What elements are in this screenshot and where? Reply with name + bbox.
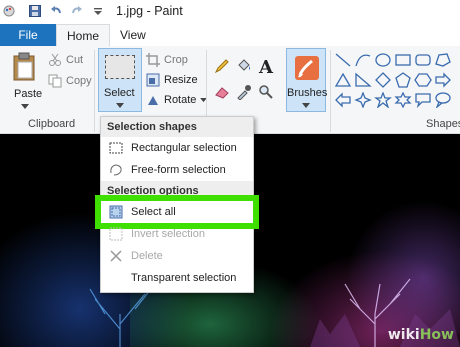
crop-label: Crop bbox=[164, 54, 188, 66]
freeform-selection-item[interactable]: Free-form selection bbox=[101, 159, 253, 181]
four-point-star-shape-icon[interactable] bbox=[354, 92, 372, 108]
eraser-icon[interactable] bbox=[214, 84, 230, 100]
watermark-how: How bbox=[419, 327, 454, 343]
select-all-label: Select all bbox=[131, 206, 176, 218]
select-dropdown-icon bbox=[116, 103, 124, 108]
invert-selection-label: Invert selection bbox=[131, 228, 205, 240]
freeform-selection-label: Free-form selection bbox=[131, 164, 226, 176]
pencil-icon[interactable] bbox=[214, 58, 230, 74]
cut-label: Cut bbox=[66, 54, 84, 66]
resize-label: Resize bbox=[164, 74, 198, 86]
clipboard-group-label: Clipboard bbox=[28, 118, 76, 130]
delete-label: Delete bbox=[131, 250, 163, 262]
hexagon-shape-icon[interactable] bbox=[414, 72, 432, 88]
redo-icon[interactable] bbox=[70, 4, 84, 18]
ribbon-separator bbox=[94, 50, 95, 132]
select-all-icon bbox=[109, 205, 123, 219]
rectangular-selection-item[interactable]: Rectangular selection bbox=[101, 137, 253, 159]
rotate-icon bbox=[148, 96, 158, 105]
select-dropdown-menu: Selection shapes Rectangular selection F… bbox=[95, 116, 259, 293]
rectangular-selection-label: Rectangular selection bbox=[131, 142, 237, 154]
magnifier-icon[interactable] bbox=[258, 84, 274, 100]
select-button[interactable]: Select bbox=[98, 48, 142, 112]
paint-app-icon[interactable] bbox=[2, 4, 16, 18]
svg-text:A: A bbox=[258, 57, 274, 76]
shapes-gallery bbox=[334, 52, 460, 112]
watermark-wiki: wiki bbox=[387, 327, 420, 343]
polygon-shape-icon[interactable] bbox=[434, 52, 452, 68]
crop-icon bbox=[146, 53, 160, 67]
tab-file[interactable]: File bbox=[0, 24, 56, 46]
selection-options-header: Selection options bbox=[101, 181, 253, 201]
ribbon-tab-bar: File Home View bbox=[0, 24, 460, 47]
left-arrow-shape-icon[interactable] bbox=[334, 92, 352, 108]
undo-icon[interactable] bbox=[49, 4, 63, 18]
transparent-selection-label: Transparent selection bbox=[131, 272, 237, 284]
delete-item[interactable]: Delete bbox=[101, 245, 253, 267]
brush-icon bbox=[295, 56, 319, 80]
pentagon-shape-icon[interactable] bbox=[394, 72, 412, 88]
transparent-selection-item[interactable]: Transparent selection bbox=[101, 267, 253, 289]
tab-view[interactable]: View bbox=[110, 24, 156, 46]
resize-button[interactable]: Resize bbox=[146, 73, 198, 87]
rounded-rectangle-shape-icon[interactable] bbox=[414, 52, 432, 68]
right-triangle-shape-icon[interactable] bbox=[354, 72, 372, 88]
copy-icon bbox=[48, 74, 62, 88]
rectangular-selection-icon bbox=[109, 142, 123, 154]
paste-icon[interactable] bbox=[12, 52, 36, 82]
scissors-icon bbox=[49, 53, 61, 66]
fill-bucket-icon[interactable] bbox=[236, 58, 252, 74]
callout-shape-icon[interactable] bbox=[414, 92, 432, 108]
crop-button[interactable]: Crop bbox=[146, 53, 188, 67]
copy-button[interactable]: Copy bbox=[48, 74, 92, 88]
select-rectangle-icon bbox=[105, 55, 135, 79]
freeform-selection-icon bbox=[110, 164, 122, 176]
curve-shape-icon[interactable] bbox=[354, 52, 372, 68]
wikihow-watermark: wikiHow bbox=[388, 327, 454, 343]
customize-toolbar-icon[interactable] bbox=[91, 4, 105, 18]
invert-selection-item[interactable]: Invert selection bbox=[101, 223, 253, 245]
invert-selection-icon bbox=[109, 227, 123, 241]
selection-shapes-header: Selection shapes bbox=[101, 117, 253, 137]
cut-button[interactable]: Cut bbox=[48, 53, 83, 67]
tab-home[interactable]: Home bbox=[56, 24, 111, 47]
oval-shape-icon[interactable] bbox=[374, 52, 392, 68]
oval-callout-shape-icon[interactable] bbox=[434, 92, 452, 108]
six-point-star-shape-icon[interactable] bbox=[394, 92, 412, 108]
right-arrow-shape-icon[interactable] bbox=[434, 72, 452, 88]
text-icon[interactable]: A bbox=[257, 56, 275, 76]
diamond-shape-icon[interactable] bbox=[374, 72, 392, 88]
shapes-group-label: Shapes bbox=[426, 118, 460, 130]
brushes-button[interactable]: Brushes bbox=[286, 48, 328, 112]
rotate-label: Rotate bbox=[164, 94, 197, 106]
select-label: Select bbox=[104, 87, 135, 99]
ribbon-separator bbox=[330, 50, 331, 132]
brushes-dropdown-icon bbox=[302, 103, 310, 108]
paste-dropdown-icon[interactable] bbox=[21, 104, 29, 110]
rectangle-shape-icon[interactable] bbox=[394, 52, 412, 68]
resize-icon bbox=[146, 73, 160, 87]
triangle-shape-icon[interactable] bbox=[334, 72, 352, 88]
paste-button[interactable]: Paste bbox=[14, 88, 42, 100]
brushes-label: Brushes bbox=[287, 87, 328, 99]
window-title: 1.jpg - Paint bbox=[116, 4, 183, 18]
rotate-button[interactable]: Rotate bbox=[146, 93, 208, 107]
save-icon[interactable] bbox=[28, 4, 42, 18]
title-bar: 1.jpg - Paint bbox=[0, 0, 460, 24]
five-point-star-shape-icon[interactable] bbox=[374, 92, 392, 108]
delete-icon bbox=[110, 250, 122, 262]
copy-label: Copy bbox=[66, 75, 92, 87]
color-picker-icon[interactable] bbox=[236, 84, 252, 100]
line-shape-icon[interactable] bbox=[334, 52, 352, 68]
select-all-item[interactable]: Select all bbox=[95, 195, 259, 229]
